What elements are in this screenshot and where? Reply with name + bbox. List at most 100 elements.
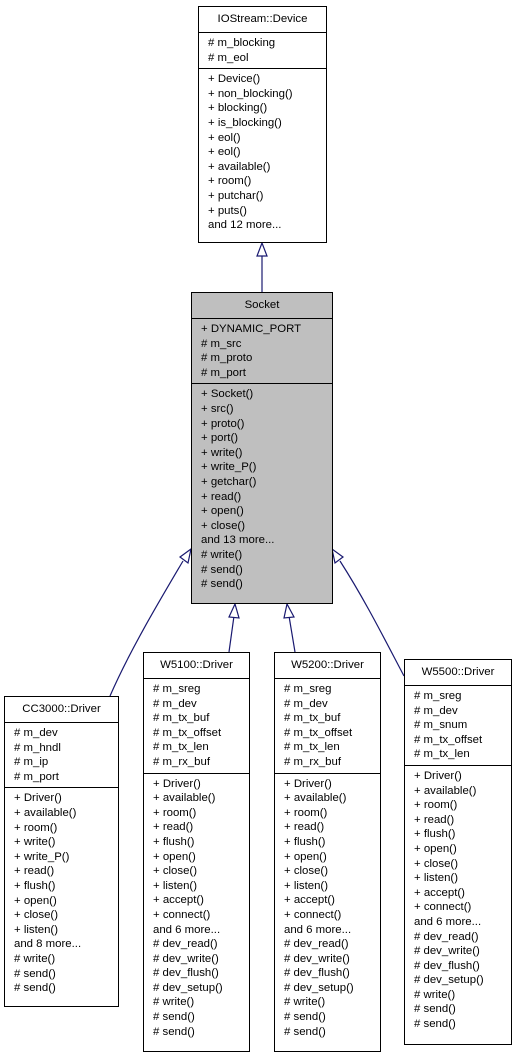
method-item: # dev_flush() (414, 959, 480, 972)
attribute-item: # m_port (14, 770, 59, 783)
method-item: # send() (414, 1018, 456, 1031)
method-item: + proto() (201, 417, 245, 430)
attribute-item: # m_port (201, 366, 246, 379)
method-item: + getchar() (201, 475, 257, 488)
attribute-item: # m_tx_buf (284, 712, 341, 725)
attribute-item: # m_tx_buf (153, 712, 210, 725)
method-item: + read() (414, 813, 455, 826)
class-w5100-driver[interactable]: W5100::Driver # m_sreg # m_dev # m_tx_buf #… (143, 652, 250, 1052)
methods-section: + Driver() + available() + room() + read() +… (405, 764, 511, 1035)
method-item: # dev_read() (414, 930, 479, 943)
arrowhead-socket-w5200 (283, 602, 295, 619)
method-item: # write() (14, 952, 56, 965)
attributes-section: # m_blocking # m_eol (199, 33, 326, 68)
attribute-item: # m_dev (14, 727, 58, 739)
methods-section: + Device() + non_blocking() + blocking() + … (199, 68, 326, 236)
method-item: # send() (201, 578, 243, 591)
method-item: + is_blocking() (208, 116, 282, 129)
method-item: + room() (208, 175, 252, 188)
arrowhead-device (256, 241, 268, 257)
method-item: # send() (284, 1011, 326, 1024)
method-item: + room() (14, 821, 58, 834)
class-w5500-driver[interactable]: W5500::Driver # m_sreg # m_dev # m_snum # m… (404, 659, 512, 1045)
method-item: + read() (14, 865, 55, 878)
method-item: + connect() (153, 908, 211, 921)
arrowhead-socket-w5500 (331, 547, 345, 565)
method-item: + read() (284, 821, 325, 834)
method-item: + port() (201, 432, 239, 445)
method-item: + room() (414, 799, 458, 812)
class-socket[interactable]: Socket + DYNAMIC_PORT # m_src # m_proto # m… (191, 292, 333, 604)
attribute-item: # m_proto (201, 352, 253, 365)
methods-section: + Socket() + src() + proto() + port() + writ… (192, 383, 332, 594)
method-item: + Driver() (14, 792, 62, 805)
method-item: + flush() (414, 828, 456, 841)
class-title: Socket (192, 293, 332, 319)
attribute-item: # m_eol (208, 51, 249, 64)
more-members-link[interactable]: and 6 more... (284, 923, 380, 938)
method-item: # write() (201, 548, 243, 561)
edge-w5200-to-socket (288, 615, 296, 653)
more-members-link[interactable]: and 6 more... (414, 915, 511, 930)
method-item: + read() (201, 490, 242, 503)
attributes-section: # m_sreg # m_dev # m_snum # m_tx_offset # m_… (405, 686, 511, 765)
class-w5200-driver[interactable]: W5200::Driver # m_sreg # m_dev # m_tx_buf #… (274, 652, 381, 1052)
method-item: + accept() (284, 894, 335, 907)
method-item: # send() (14, 982, 56, 995)
method-item: # send() (201, 563, 243, 576)
attribute-item: # m_tx_offset (284, 726, 353, 739)
class-title: IOStream::Device (199, 7, 326, 33)
method-item: + connect() (414, 901, 472, 914)
method-item: # dev_read() (284, 938, 349, 951)
method-item: + listen() (414, 872, 458, 885)
method-item: + accept() (414, 886, 465, 899)
method-item: + close() (153, 865, 197, 878)
method-item: + listen() (153, 879, 197, 892)
more-members-link[interactable]: and 13 more... (201, 533, 332, 548)
attribute-item: # m_dev (414, 704, 458, 717)
attribute-item: # m_tx_offset (414, 733, 483, 746)
method-item: + write() (201, 446, 243, 459)
more-members-link[interactable]: and 12 more... (208, 218, 326, 233)
method-item: + write_P() (201, 461, 257, 474)
method-item: + open() (14, 894, 57, 907)
method-item: + open() (414, 842, 457, 855)
method-item: + room() (153, 806, 197, 819)
class-title: W5500::Driver (405, 660, 511, 686)
method-item: # write() (153, 996, 195, 1009)
method-item: # dev_setup() (284, 981, 354, 994)
method-item: + open() (284, 850, 327, 863)
attribute-item: # m_sreg (153, 683, 201, 695)
more-members-link[interactable]: and 6 more... (153, 923, 249, 938)
method-item: + putchar() (208, 189, 264, 202)
arrowhead-socket-cc3000 (178, 547, 192, 565)
method-item: # send() (153, 1025, 195, 1038)
method-item: # send() (284, 1025, 326, 1038)
attribute-item: # m_hndl (14, 741, 61, 754)
method-item: + listen() (14, 923, 58, 936)
method-item: + close() (414, 857, 458, 870)
class-iostream-device[interactable]: IOStream::Device # m_blocking# m_eol + D… (198, 6, 327, 243)
attribute-item: # m_sreg (284, 683, 332, 695)
attribute-item: # m_ip (14, 756, 49, 769)
attribute-item: # m_rx_buf (284, 755, 341, 768)
method-item: + open() (201, 505, 244, 518)
method-item: # dev_setup() (153, 981, 223, 994)
methods-section: + Driver() + available() + room() + read() +… (144, 772, 249, 1043)
method-item: # send() (153, 1011, 195, 1024)
attribute-item: # m_blocking (208, 37, 276, 49)
method-item: + close() (14, 909, 58, 922)
method-item: # dev_write() (414, 945, 480, 958)
method-item: # send() (14, 967, 56, 980)
edge-w5100-to-socket (228, 615, 235, 653)
arrowhead-socket-w5100 (228, 602, 240, 619)
more-members-link[interactable]: and 8 more... (14, 937, 118, 952)
method-item: + Socket() (201, 388, 254, 401)
class-cc3000-driver[interactable]: CC3000::Driver # m_dev # m_hndl # m_ip # m_… (4, 696, 119, 1007)
method-item: + Driver() (284, 777, 332, 790)
method-item: # dev_write() (153, 952, 219, 965)
method-item: # send() (414, 1003, 456, 1016)
method-item: + close() (201, 519, 245, 532)
method-item: + available() (284, 792, 347, 805)
method-item: # dev_write() (284, 952, 350, 965)
